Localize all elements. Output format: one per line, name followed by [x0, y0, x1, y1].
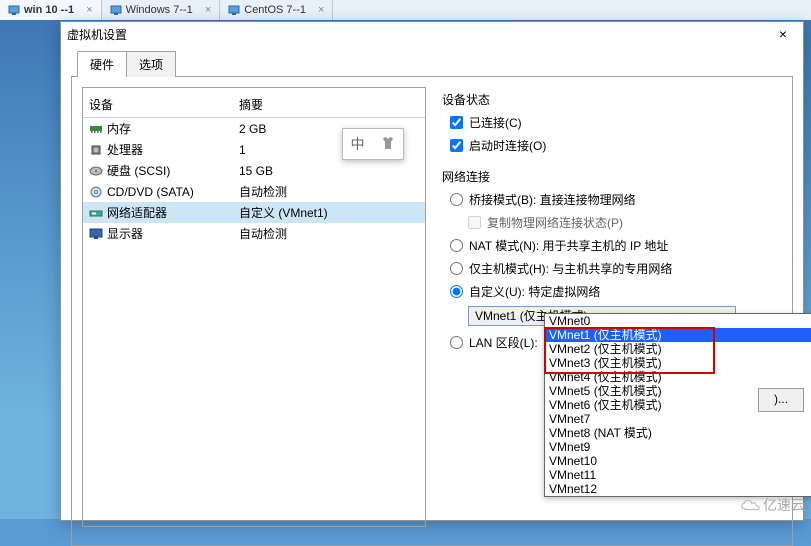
custom-radio[interactable] — [450, 285, 463, 298]
vm-tab-label: CentOS 7--1 — [244, 4, 306, 16]
replicate-check[interactable]: 复制物理网络连接状态(P) — [468, 214, 778, 231]
shirt-icon — [380, 135, 396, 154]
vm-tab[interactable]: CentOS 7--1 × — [220, 0, 333, 20]
dropdown-option[interactable]: VMnet1 (仅主机模式) — [545, 328, 811, 342]
vm-tab-label: Windows 7--1 — [126, 4, 193, 16]
hostonly-label: 仅主机模式(H): 与主机共享的专用网络 — [469, 260, 672, 277]
cd-icon — [89, 186, 103, 198]
device-summary: 自动检测 — [239, 183, 419, 200]
replicate-label: 复制物理网络连接状态(P) — [487, 214, 623, 231]
connected-checkbox[interactable] — [450, 116, 463, 129]
device-summary: 自动检测 — [239, 225, 419, 242]
vm-tab-label: win 10 --1 — [24, 4, 74, 16]
device-summary: 15 GB — [239, 164, 419, 178]
device-row[interactable]: CD/DVD (SATA) 自动检测 — [83, 181, 425, 202]
connected-label: 已连接(C) — [469, 114, 522, 131]
dialog-close-button[interactable]: × — [769, 26, 797, 42]
connect-on-power-checkbox[interactable] — [450, 139, 463, 152]
lan-segments-label: LAN 区段(L): — [469, 334, 538, 351]
vm-icon — [110, 4, 122, 16]
device-name: 内存 — [107, 120, 131, 137]
dialog-titlebar[interactable]: 虚拟机设置 × — [61, 22, 803, 46]
hostonly-radio[interactable] — [450, 262, 463, 275]
memory-icon — [89, 123, 103, 135]
hostonly-radio-row[interactable]: 仅主机模式(H): 与主机共享的专用网络 — [450, 260, 778, 277]
device-name: 显示器 — [107, 225, 143, 242]
vm-tab-bar: win 10 --1 × Windows 7--1 × CentOS 7--1 … — [0, 0, 811, 21]
close-icon[interactable]: × — [318, 4, 324, 16]
nat-radio-row[interactable]: NAT 模式(N): 用于共享主机的 IP 地址 — [450, 237, 778, 254]
watermark: 亿速云 — [739, 495, 805, 515]
dropdown-option[interactable]: VMnet11 — [545, 468, 811, 482]
network-title: 网络连接 — [442, 168, 778, 185]
replicate-checkbox[interactable] — [468, 216, 481, 229]
lan-segments-radio[interactable] — [450, 336, 463, 349]
header-summary: 摘要 — [239, 96, 419, 113]
nat-radio[interactable] — [450, 239, 463, 252]
tab-hardware[interactable]: 硬件 — [77, 51, 127, 77]
nat-label: NAT 模式(N): 用于共享主机的 IP 地址 — [469, 237, 668, 254]
dropdown-option[interactable]: VMnet7 — [545, 412, 811, 426]
dropdown-option[interactable]: VMnet10 — [545, 454, 811, 468]
bridged-label: 桥接模式(B): 直接连接物理网络 — [469, 191, 636, 208]
tab-options[interactable]: 选项 — [126, 51, 176, 77]
dialog-tabs: 硬件 选项 — [77, 50, 793, 76]
custom-radio-row[interactable]: 自定义(U): 特定虚拟网络 — [450, 283, 778, 300]
dropdown-option[interactable]: VMnet12 — [545, 482, 811, 496]
vm-icon — [228, 4, 240, 16]
device-row[interactable]: 网络适配器 自定义 (VMnet1) — [83, 202, 425, 223]
ime-toolbar[interactable]: 中 — [342, 128, 404, 160]
device-name: CD/DVD (SATA) — [107, 185, 194, 199]
header-device: 设备 — [89, 96, 239, 113]
vm-tab[interactable]: Windows 7--1 × — [102, 0, 221, 20]
watermark-text: 亿速云 — [763, 495, 805, 515]
close-icon[interactable]: × — [86, 4, 92, 16]
dropdown-option[interactable]: VMnet3 (仅主机模式) — [545, 356, 811, 370]
dialog-title: 虚拟机设置 — [67, 26, 127, 43]
custom-label: 自定义(U): 特定虚拟网络 — [469, 283, 600, 300]
device-name: 处理器 — [107, 141, 143, 158]
device-row[interactable]: 硬盘 (SCSI) 15 GB — [83, 160, 425, 181]
cloud-icon — [739, 498, 761, 512]
device-list-header: 设备 摘要 — [83, 96, 425, 118]
nic-icon — [89, 207, 103, 219]
cpu-icon — [89, 144, 103, 156]
device-name: 硬盘 (SCSI) — [107, 162, 170, 179]
ime-char: 中 — [351, 134, 365, 154]
dropdown-option[interactable]: VMnet9 — [545, 440, 811, 454]
dropdown-option[interactable]: VMnet8 (NAT 模式) — [545, 426, 811, 440]
bridged-radio[interactable] — [450, 193, 463, 206]
close-icon[interactable]: × — [205, 4, 211, 16]
lan-segments-button[interactable]: )... — [758, 388, 804, 412]
device-summary: 自定义 (VMnet1) — [239, 204, 419, 221]
vm-icon — [8, 4, 20, 16]
dropdown-option[interactable]: VMnet2 (仅主机模式) — [545, 342, 811, 356]
device-name: 网络适配器 — [107, 204, 167, 221]
dropdown-option[interactable]: VMnet4 (仅主机模式) — [545, 370, 811, 384]
device-row[interactable]: 显示器 自动检测 — [83, 223, 425, 244]
connect-on-power-label: 启动时连接(O) — [469, 137, 546, 154]
display-icon — [89, 228, 103, 240]
dropdown-option[interactable]: VMnet0 — [545, 314, 811, 328]
device-status-title: 设备状态 — [442, 91, 778, 108]
vm-tab[interactable]: win 10 --1 × — [0, 0, 102, 20]
bridged-radio-row[interactable]: 桥接模式(B): 直接连接物理网络 — [450, 191, 778, 208]
connect-on-power-check[interactable]: 启动时连接(O) — [450, 137, 778, 154]
disk-icon — [89, 165, 103, 177]
connected-check[interactable]: 已连接(C) — [450, 114, 778, 131]
